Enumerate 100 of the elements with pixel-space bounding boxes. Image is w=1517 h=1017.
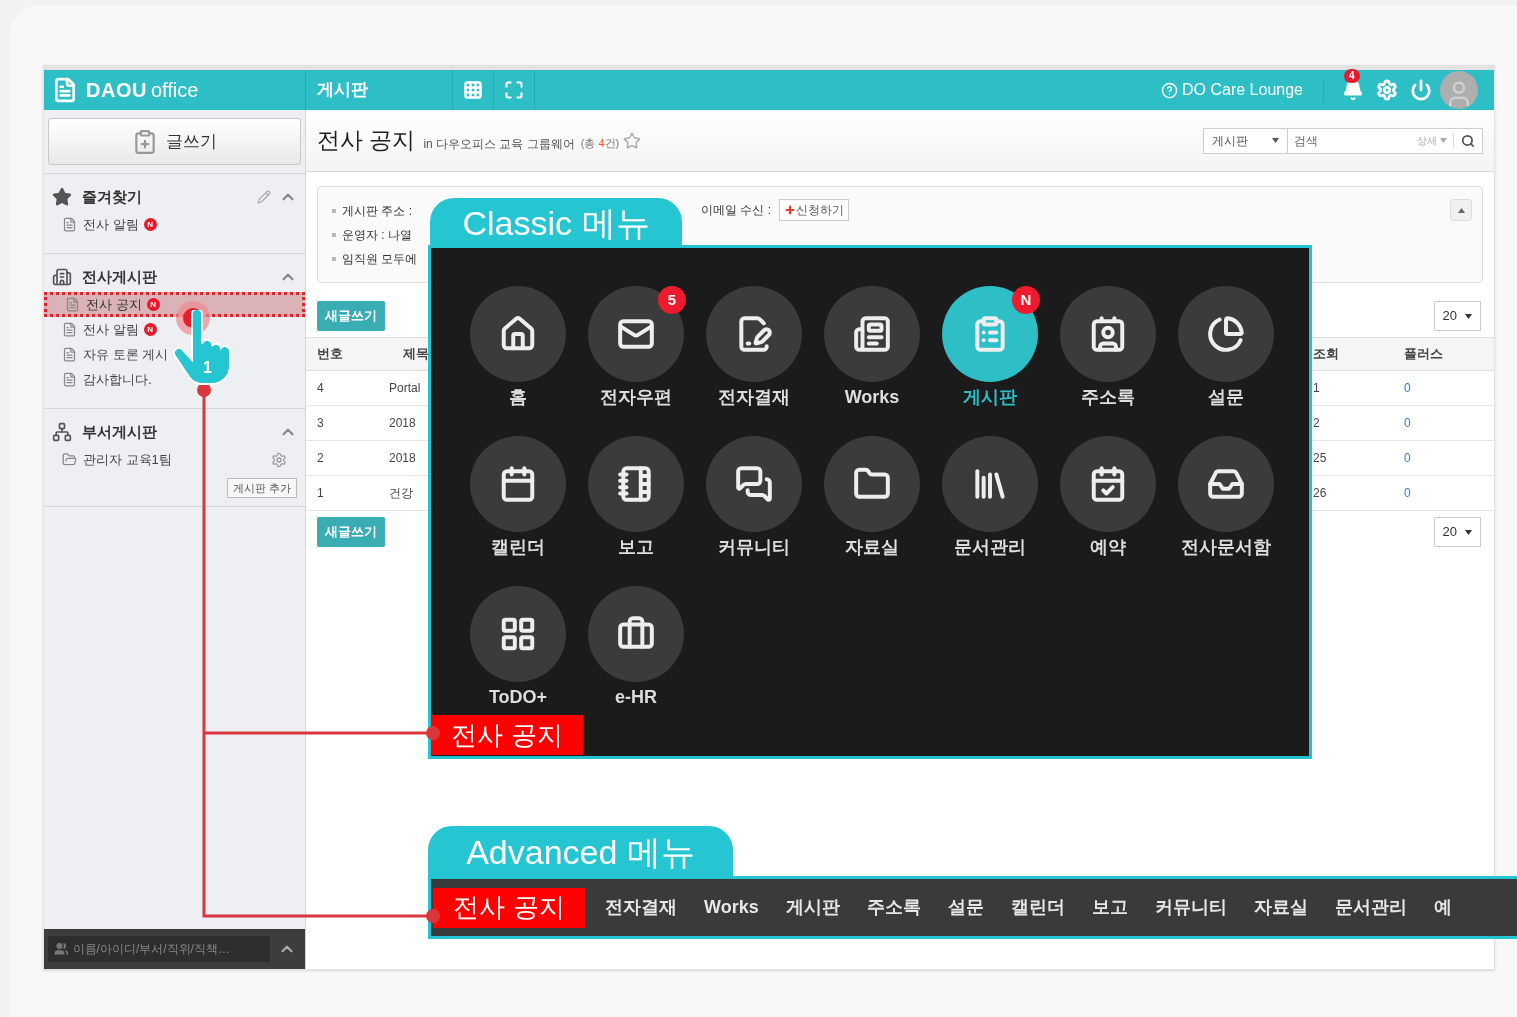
chat-bubbles-icon <box>735 465 773 503</box>
pointing-hand-icon <box>172 310 232 386</box>
new-badge: N <box>143 218 157 231</box>
table-cell-text: 1 <box>317 485 325 502</box>
menu-item[interactable]: 예 <box>1433 894 1452 921</box>
user-search-field[interactable]: 이름/아이디/부서/직위/직책… <box>48 936 270 962</box>
search-icon[interactable] <box>1461 133 1475 148</box>
menu-app-label[interactable]: e-HR <box>615 684 657 708</box>
menu-app-label[interactable]: 설문 <box>1208 384 1244 408</box>
add-board-button[interactable]: 게시판 추가 <box>226 478 297 498</box>
menu-app-label[interactable]: 홈 <box>509 384 527 408</box>
sidebar-item[interactable]: 전사 공지 N <box>44 292 305 317</box>
caret-down-icon <box>1465 529 1472 535</box>
step-number: 1 <box>203 359 212 377</box>
menu-item[interactable]: 문서관리 <box>1334 894 1407 921</box>
new-badge: N <box>146 298 160 311</box>
document-icon <box>62 347 77 362</box>
table-cell-text: 0 <box>1404 415 1412 432</box>
subscribe-button[interactable]: 신청하기 <box>779 199 849 221</box>
table-cell-text: 0 <box>1404 380 1412 397</box>
page-size-select[interactable]: 20 <box>1433 301 1481 331</box>
table-cell-text: 2 <box>317 450 325 467</box>
caret-up-icon <box>1457 207 1465 213</box>
menu-app-label[interactable]: 캘린더 <box>491 534 545 558</box>
menu-item[interactable]: 보고 <box>1091 894 1128 921</box>
contact-card-icon <box>1089 315 1127 353</box>
menu-item[interactable]: 게시판 <box>785 894 840 921</box>
notification-badge: 4 <box>1344 69 1360 83</box>
menu-app-label[interactable]: 게시판 <box>963 384 1017 408</box>
column-header: 제목 <box>402 345 430 364</box>
table-cell-text: 1 <box>1313 380 1321 397</box>
menu-item[interactable]: 주소록 <box>866 894 921 921</box>
column-header: 플러스 <box>1404 345 1444 364</box>
menu-item[interactable]: 전자결재 <box>605 894 677 921</box>
total-prefix: (총 <box>580 136 596 152</box>
logo-icon <box>52 77 78 103</box>
table-cell-text: 0 <box>1404 450 1412 467</box>
menu-app-button[interactable]: N <box>942 286 1038 382</box>
house-icon <box>499 315 537 353</box>
menu-item[interactable]: 캘린더 <box>1010 894 1065 921</box>
menu-item[interactable]: 자료실 <box>1253 894 1308 921</box>
favorite-star-icon[interactable] <box>623 131 642 150</box>
folder-icon <box>62 452 77 467</box>
pie-chart-icon <box>1207 315 1245 353</box>
column-header: 번호 <box>317 345 344 364</box>
help-icon <box>1161 81 1179 99</box>
menu-app-label[interactable]: ToDO+ <box>488 684 548 708</box>
org-chart-icon <box>52 422 72 442</box>
sidebar-item[interactable]: 전사 알림 N <box>44 317 158 342</box>
count-badge: 5 <box>658 286 686 314</box>
menu-app-label[interactable]: 주소록 <box>1081 384 1135 408</box>
new-badge: N <box>143 323 157 336</box>
menu-app-label[interactable]: 전사문서함 <box>1181 534 1271 558</box>
total-count: 4 <box>598 136 605 152</box>
section-header[interactable]: 부서게시판 <box>52 421 297 443</box>
total-suffix: 건) <box>604 136 620 152</box>
document-icon <box>62 322 77 337</box>
sidebar-item[interactable]: 감사합니다. <box>44 367 153 392</box>
menu-item[interactable]: 커뮤니티 <box>1154 894 1227 921</box>
building-icon <box>52 267 72 287</box>
table-cell-text: 2 <box>1313 415 1321 432</box>
menu-app-label[interactable]: 전자우편 <box>600 384 672 408</box>
menu-item[interactable]: Works <box>704 894 759 921</box>
notification-bell-icon[interactable] <box>1342 79 1364 101</box>
write-button[interactable]: 글쓰기 <box>48 118 301 165</box>
table-cell-text: 26 <box>1313 485 1328 502</box>
clipboard-plus-icon <box>132 128 158 155</box>
section-title[interactable]: 부서게시판 <box>82 420 157 444</box>
table-cell-text: 25 <box>1313 450 1328 467</box>
menu-app-label[interactable]: 자료실 <box>845 534 899 558</box>
section-header[interactable]: 즐겨찾기 <box>52 186 297 208</box>
star-icon <box>52 187 72 207</box>
menu-item[interactable]: 설문 <box>947 894 984 921</box>
newspaper-icon <box>853 315 891 353</box>
caret-down-icon <box>1272 138 1279 143</box>
current-board-label: 전사 공지 <box>431 715 583 755</box>
logo-product: office <box>150 78 199 103</box>
email-label: 이메일 수신 : <box>701 202 771 219</box>
table-cell-text: 3 <box>317 415 325 432</box>
table-cell-text: 4 <box>317 380 325 397</box>
menu-app-label[interactable]: 전자결재 <box>718 384 790 408</box>
document-icon <box>62 372 77 387</box>
section-title: 게시판 <box>316 79 369 102</box>
sidebar-item[interactable]: 자유 토론 게시 <box>44 342 170 367</box>
people-icon <box>54 941 69 957</box>
document-icon <box>65 297 80 312</box>
document-icon <box>62 217 77 232</box>
section-title[interactable]: 전사게시판 <box>82 265 157 289</box>
menu-app-label[interactable]: 예약 <box>1090 534 1126 558</box>
menu-app-label[interactable]: Works <box>844 384 900 408</box>
page-size-select[interactable]: 20 <box>1433 517 1481 547</box>
section-header[interactable]: 전사게시판 <box>52 266 297 288</box>
sidebar-item[interactable]: 전사 알림 N <box>44 212 158 237</box>
menu-app-label[interactable]: 보고 <box>618 534 654 558</box>
sidebar-item[interactable]: 관리자 교육1팀 <box>44 447 305 472</box>
menu-app-button[interactable]: 5 <box>588 286 684 382</box>
collapse-button[interactable] <box>1450 199 1472 221</box>
menu-app-label[interactable]: 커뮤니티 <box>718 534 790 558</box>
section-title[interactable]: 즐겨찾기 <box>82 185 142 209</box>
menu-app-label[interactable]: 문서관리 <box>954 534 1026 558</box>
